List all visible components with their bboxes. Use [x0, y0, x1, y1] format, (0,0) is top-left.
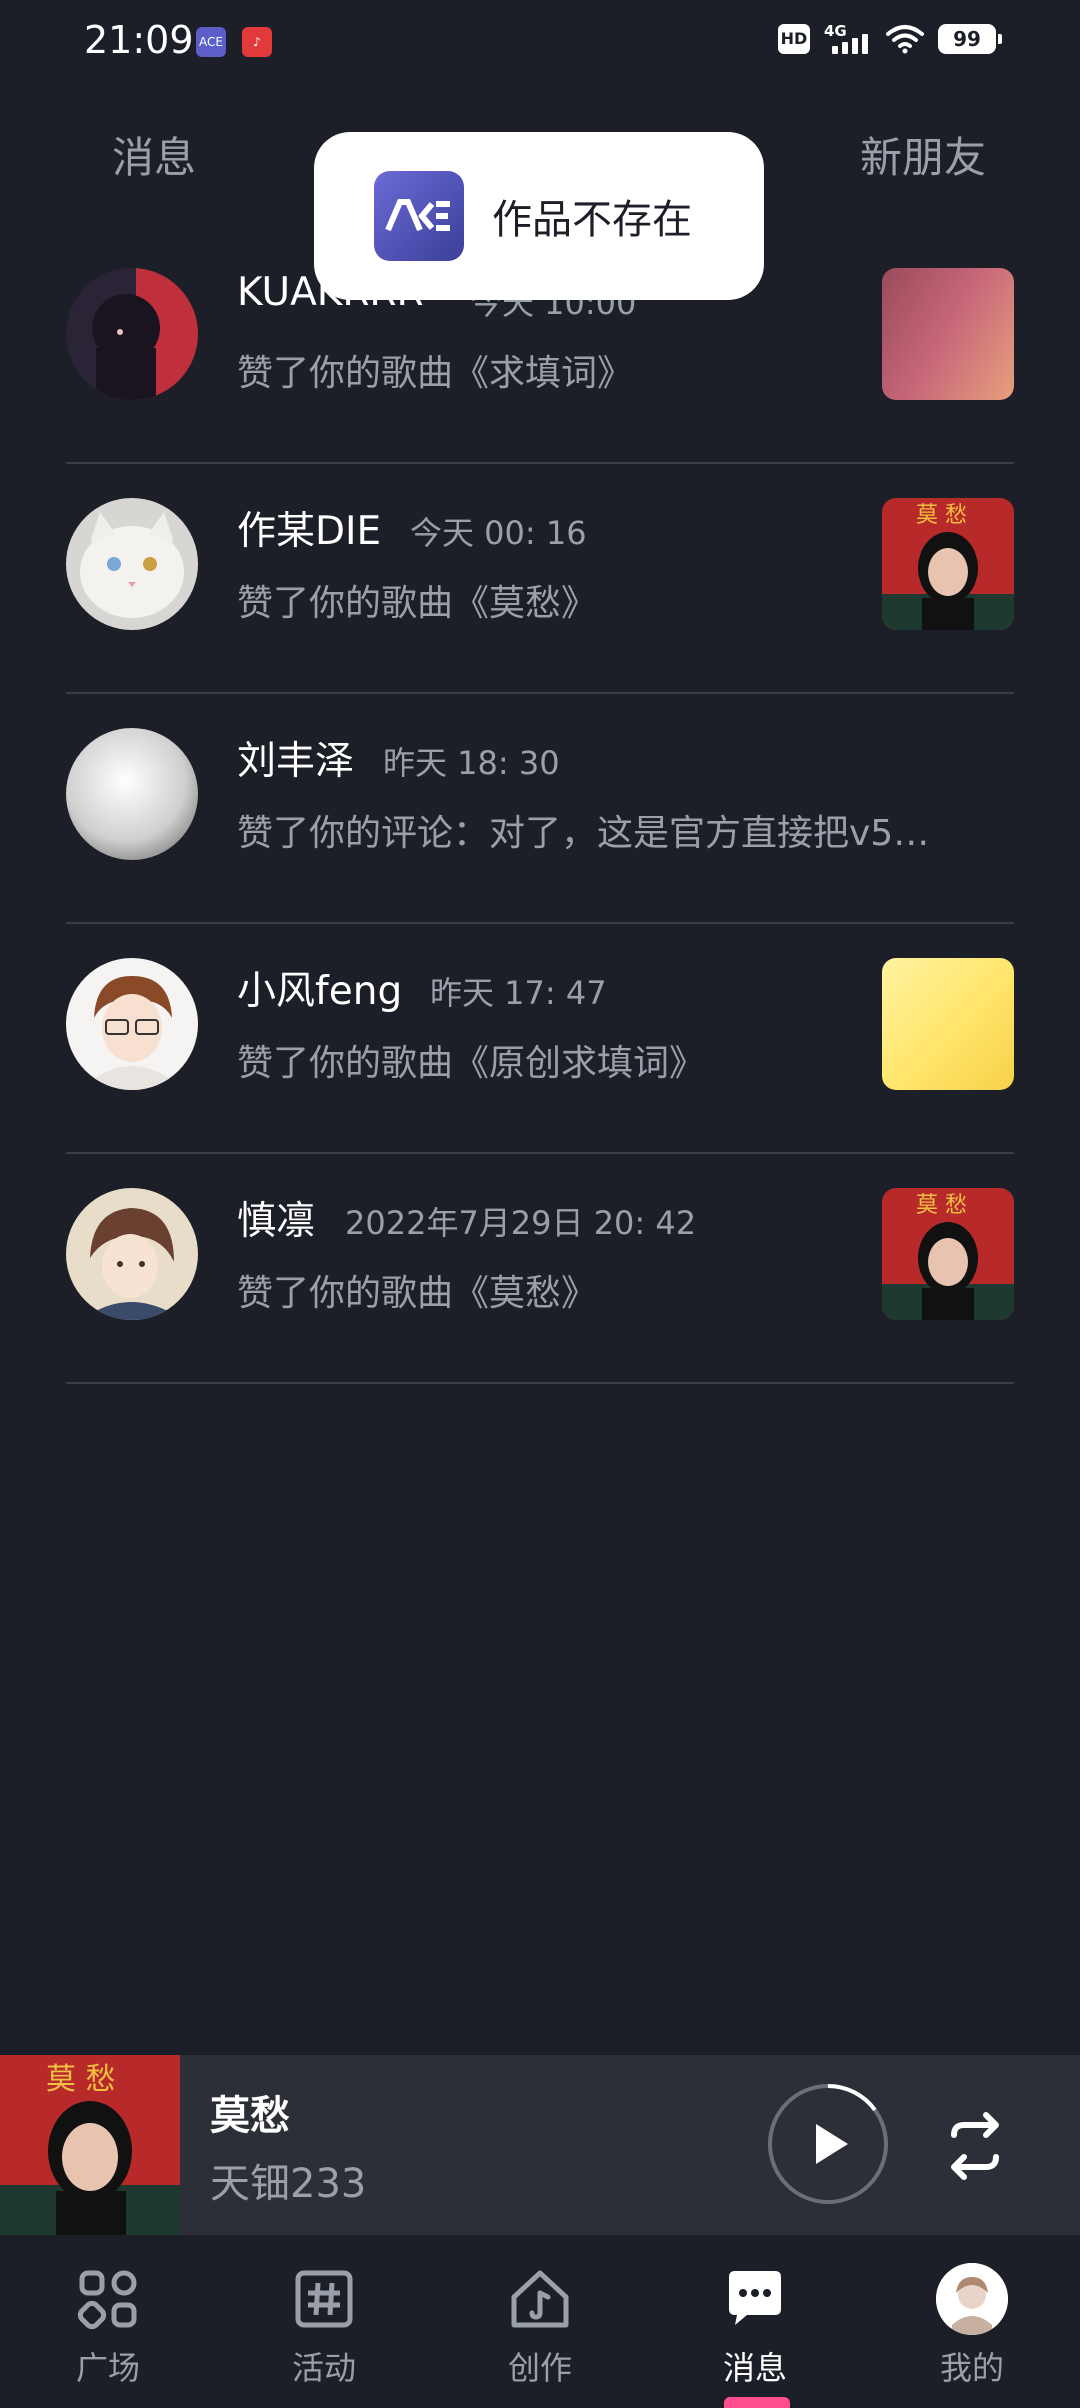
- song-cover-thumbnail[interactable]: [882, 268, 1014, 400]
- hd-icon: HD: [778, 24, 810, 54]
- list-item[interactable]: 刘丰泽 昨天 18: 30 赞了你的评论：对了，这是官方直接把v5…: [0, 694, 1080, 924]
- song-cover-thumbnail[interactable]: [882, 958, 1014, 1090]
- notification-list: KUAKRRR 今天 10:00 赞了你的歌曲《求填词》 作某DIE 今天 00…: [0, 234, 1080, 1384]
- avatar[interactable]: [66, 958, 198, 1090]
- ace-app-notification-icon: ACE: [196, 27, 226, 57]
- player-artist[interactable]: 天钿233: [210, 2151, 366, 2209]
- status-bar: 21:09 ACE ♪ HD 4G 99: [0, 0, 1080, 84]
- avatar-icon: [936, 2263, 1008, 2335]
- player-song-title[interactable]: 莫愁: [210, 2083, 290, 2141]
- list-item[interactable]: 作某DIE 今天 00: 16 赞了你的歌曲《莫愁》 莫 愁: [0, 464, 1080, 694]
- mini-player[interactable]: 莫 愁 莫愁 天钿233: [0, 2055, 1080, 2235]
- grid-icon: [77, 2270, 137, 2330]
- nav-label: 广场: [75, 2349, 140, 2387]
- loop-mode-icon[interactable]: [934, 2105, 1016, 2187]
- notification-text: 赞了你的歌曲《求填词》: [237, 353, 634, 394]
- user-name[interactable]: 慎凛: [237, 1190, 315, 1246]
- toast: 作品不存在: [314, 132, 764, 300]
- tab-messages[interactable]: 消息: [112, 124, 196, 185]
- bottom-navigation: 广场 活动 创作 消息 我的: [0, 2235, 1080, 2408]
- player-cover-art[interactable]: 莫 愁: [0, 2055, 180, 2235]
- avatar[interactable]: [66, 498, 198, 630]
- nav-plaza[interactable]: 广场: [38, 2267, 178, 2389]
- notification-text: 赞了你的歌曲《莫愁》: [237, 583, 598, 624]
- avatar[interactable]: [66, 268, 198, 400]
- battery-icon: 99: [938, 24, 1002, 54]
- nav-messages[interactable]: 消息: [685, 2267, 825, 2389]
- play-button[interactable]: [766, 2082, 890, 2206]
- user-name[interactable]: 小风feng: [237, 960, 402, 1016]
- nav-create[interactable]: 创作: [470, 2267, 610, 2389]
- nav-label: 活动: [291, 2349, 356, 2387]
- nav-label: 消息: [722, 2349, 787, 2387]
- avatar[interactable]: [66, 728, 198, 860]
- hash-icon: [295, 2270, 353, 2328]
- toast-message: 作品不存在: [492, 197, 692, 243]
- list-item[interactable]: 小风feng 昨天 17: 47 赞了你的歌曲《原创求填词》: [0, 924, 1080, 1154]
- app-logo-icon: [374, 171, 464, 261]
- timestamp: 昨天 17: 47: [430, 974, 607, 1012]
- status-icons: HD 4G 99: [778, 22, 1002, 56]
- home-create-icon: [511, 2270, 569, 2328]
- user-name[interactable]: 刘丰泽: [237, 730, 354, 786]
- avatar[interactable]: [66, 1188, 198, 1320]
- notification-text: 赞了你的歌曲《原创求填词》: [237, 1043, 706, 1084]
- song-cover-thumbnail[interactable]: 莫 愁: [882, 1188, 1014, 1320]
- svg-text:莫 愁: 莫 愁: [916, 503, 967, 528]
- timestamp: 2022年7月29日 20: 42: [345, 1204, 697, 1242]
- svg-text:莫 愁: 莫 愁: [46, 2062, 116, 2097]
- netease-music-notification-icon: ♪: [242, 27, 272, 57]
- timestamp: 昨天 18: 30: [383, 744, 560, 782]
- active-tab-indicator: [724, 2397, 790, 2408]
- user-name[interactable]: 作某DIE: [237, 500, 381, 556]
- list-item[interactable]: 慎凛 2022年7月29日 20: 42 赞了你的歌曲《莫愁》 莫 愁: [0, 1154, 1080, 1384]
- nav-activity[interactable]: 活动: [254, 2267, 394, 2389]
- song-cover-thumbnail[interactable]: 莫 愁: [882, 498, 1014, 630]
- timestamp: 今天 00: 16: [410, 514, 587, 552]
- tab-new-friends[interactable]: 新朋友: [860, 124, 986, 185]
- status-time: 21:09: [84, 18, 194, 62]
- nav-label: 创作: [507, 2349, 572, 2387]
- wifi-icon: [886, 25, 924, 54]
- nav-me[interactable]: 我的: [902, 2263, 1042, 2389]
- notification-text: 赞了你的评论：对了，这是官方直接把v5…: [237, 813, 930, 854]
- chat-icon: [729, 2271, 781, 2325]
- notification-text: 赞了你的歌曲《莫愁》: [237, 1273, 598, 1314]
- svg-text:莫 愁: 莫 愁: [916, 1193, 967, 1218]
- nav-label: 我的: [939, 2349, 1004, 2387]
- cellular-signal-icon: 4G: [824, 22, 872, 56]
